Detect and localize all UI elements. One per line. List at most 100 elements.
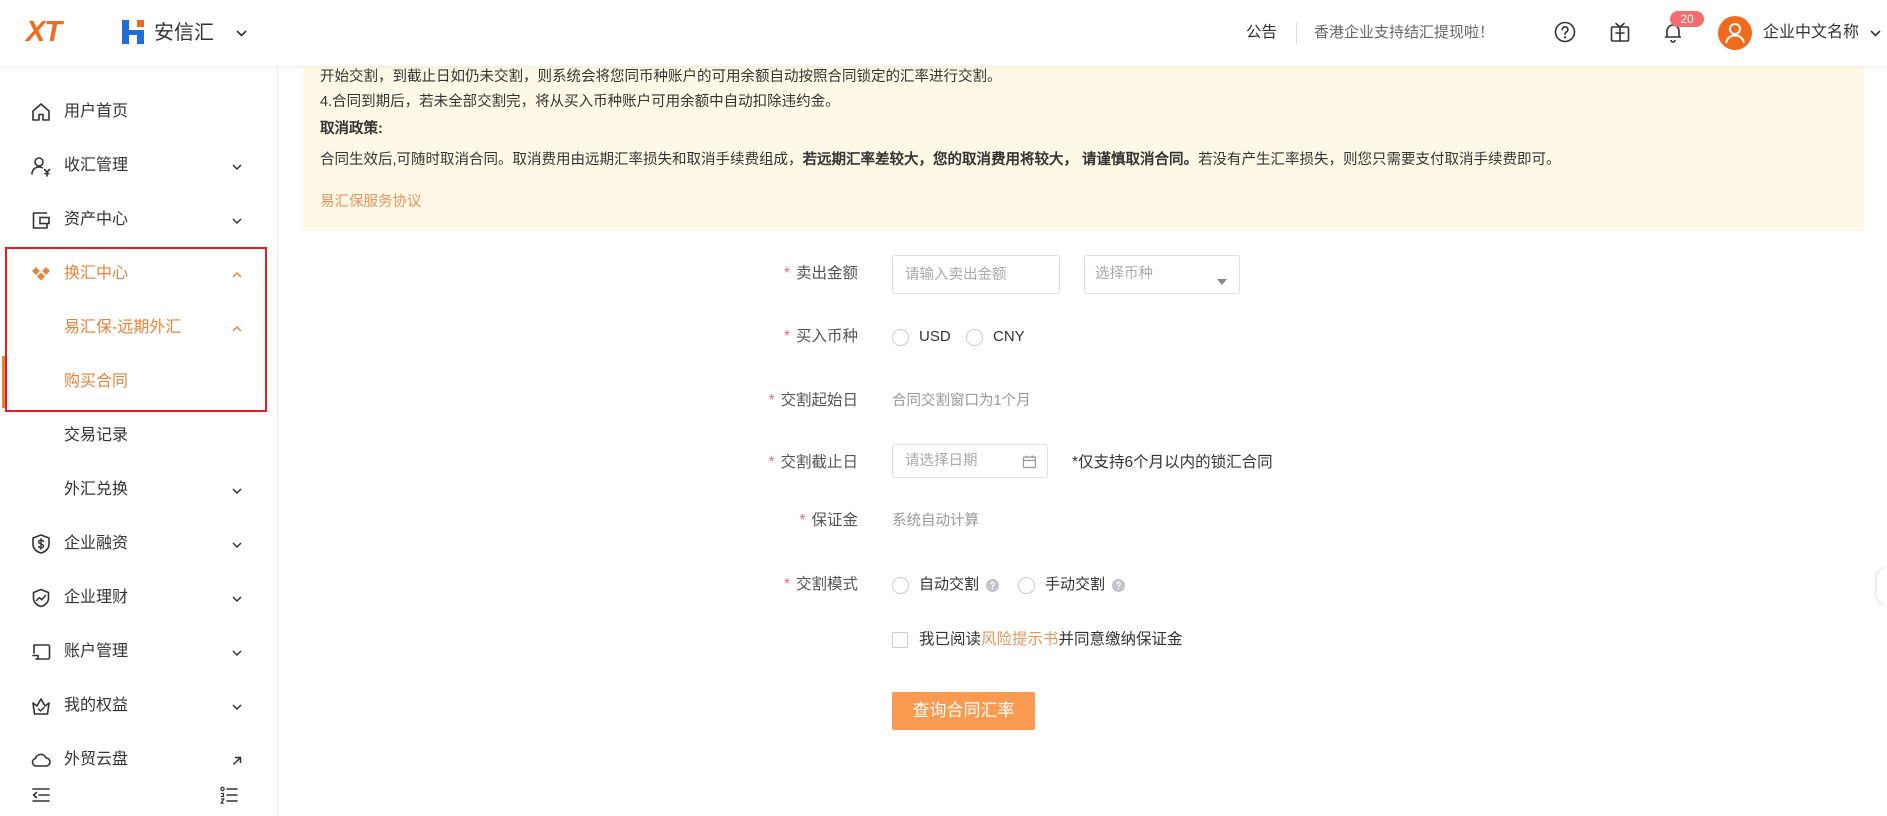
radio-usd-label[interactable]: USD (919, 325, 951, 349)
end-date-picker[interactable] (892, 444, 1048, 478)
notice-line: 4.合同到期后，若未全部交割完，将从买入币种账户可用余额中自动扣除违约金。 (320, 94, 840, 110)
avatar (1718, 16, 1752, 50)
sidebar-item-transactions[interactable]: 交易记录 (0, 409, 277, 463)
app-root: XT 安信汇 公告 香港企业支持结汇提现啦！ 20 企业中文名称 用户首页 收汇… (0, 0, 1887, 816)
radio-cny-label[interactable]: CNY (993, 325, 1025, 349)
sell-amount-input[interactable] (892, 255, 1060, 294)
agreement-prefix: 我已阅读 (919, 631, 982, 648)
sidebar-item-benefits[interactable]: 我的权益 (0, 679, 277, 733)
risk-notice-link[interactable]: 风险提示书 (981, 631, 1059, 648)
company-name: 企业中文名称 (1763, 24, 1860, 41)
sidebar-item-label: 资产中心 (64, 211, 129, 228)
radio-manual-settle-label[interactable]: 手动交割 (1045, 573, 1105, 597)
label-text: 交割起始日 (780, 392, 858, 409)
chevron-down-icon (231, 592, 243, 604)
sidebar-item-account[interactable]: 账户管理 (0, 625, 277, 679)
cloud-icon (30, 749, 52, 771)
deposit-label: * 保证金 (600, 509, 858, 533)
currency-select-placeholder: 选择币种 (1095, 266, 1153, 282)
label-text: 卖出金额 (795, 265, 858, 282)
crown-check-icon (30, 695, 52, 717)
floating-side-button[interactable] (1877, 568, 1887, 604)
label-text: 买入币种 (795, 328, 858, 345)
sidebar-item-buy-contract[interactable]: 购买合同 (0, 355, 277, 409)
active-indicator (2, 356, 5, 408)
chevron-up-icon (231, 322, 243, 334)
policy-warning: 若远期汇率差较大，您的取消费用将较大， 请谨慎取消合同。 (802, 152, 1199, 168)
announcement-ticker[interactable]: 香港企业支持结汇提现啦！ (1314, 21, 1494, 45)
chevron-down-icon (231, 538, 243, 550)
sidebar-item-assets[interactable]: 资产中心 (0, 193, 277, 247)
buy-currency-label: * 买入币种 (600, 325, 858, 349)
notice-panel: 开始交割，到截止日如仍未交割，则系统会将您同币种账户的可用余额自动按照合同锁定的… (303, 66, 1864, 231)
query-rate-button[interactable]: 查询合同汇率 (892, 692, 1035, 730)
chevron-down-icon (231, 700, 243, 712)
agreement-checkbox[interactable] (892, 632, 908, 648)
sidebar-item-financing[interactable]: 企业融资 (0, 517, 277, 571)
sidebar-item-collection[interactable]: 收汇管理 (0, 139, 277, 193)
top-header: XT 安信汇 公告 香港企业支持结汇提现啦！ 20 企业中文名称 (0, 0, 1887, 66)
brand-name: 安信汇 (154, 22, 214, 44)
gift-icon[interactable] (1608, 20, 1632, 44)
label-text: 交割截止日 (780, 454, 858, 471)
radio-auto-settle[interactable] (892, 577, 909, 594)
user-menu[interactable]: 企业中文名称 (1716, 14, 1886, 52)
radio-cny[interactable] (966, 329, 983, 346)
sidebar-item-label: 用户首页 (64, 103, 129, 120)
sidebar-item-label: 企业理财 (64, 589, 129, 606)
help-icon[interactable] (1553, 20, 1577, 44)
help-circle-icon[interactable] (1112, 579, 1125, 592)
sidebar-item-label: 换汇中心 (64, 265, 129, 282)
external-arrow-icon (231, 754, 243, 766)
sidebar-item-wealth[interactable]: 企业理财 (0, 571, 277, 625)
brand-switcher[interactable]: 安信汇 (116, 14, 256, 52)
sidebar-item-fx-exchange[interactable]: 外汇兑换 (0, 463, 277, 517)
list-view-icon[interactable] (218, 784, 240, 806)
chevron-up-icon (231, 268, 243, 280)
end-date-note: *仅支持6个月以内的锁汇合同 (1072, 454, 1273, 471)
required-mark: * (768, 392, 775, 409)
chevron-down-icon (231, 160, 243, 172)
required-mark: * (799, 512, 806, 529)
cancel-policy-text: 合同生效后,可随时取消合同。取消费用由远期汇率损失和取消手续费组成，若远期汇率差… (320, 149, 1561, 171)
account-card-icon (30, 641, 52, 663)
chevron-down-icon (235, 27, 248, 40)
sidebar-item-home[interactable]: 用户首页 (0, 85, 277, 139)
notice-line: 开始交割，到截止日如仍未交割，则系统会将您同币种账户的可用余额自动按照合同锁定的… (320, 69, 1002, 85)
deposit-value: 系统自动计算 (892, 513, 979, 529)
service-agreement-link[interactable]: 易汇保服务协议 (320, 191, 422, 213)
sidebar-footer (0, 770, 277, 816)
sidebar-item-label: 购买合同 (64, 373, 129, 390)
announcement-link[interactable]: 公告 (1246, 21, 1277, 45)
sidebar-item-exchange[interactable]: 换汇中心 (0, 247, 277, 301)
start-date-value: 合同交割窗口为1个月 (892, 393, 1031, 409)
notification-badge: 20 (1670, 11, 1704, 27)
collapse-menu-icon[interactable] (30, 784, 52, 806)
sidebar-item-label: 外汇兑换 (64, 481, 129, 498)
policy-text: 合同生效后,可随时取消合同。取消费用由远期汇率损失和取消手续费组成， (320, 152, 803, 168)
currency-select[interactable]: 选择币种 (1084, 255, 1240, 294)
sidebar-item-forward-fx[interactable]: 易汇保-远期外汇 (0, 301, 277, 355)
xt-logo[interactable]: XT (26, 15, 62, 49)
sell-amount-label: * 卖出金额 (600, 262, 858, 286)
shield-dollar-icon (30, 533, 52, 555)
radio-usd[interactable] (892, 329, 909, 346)
settlement-mode-label: * 交割模式 (600, 573, 858, 597)
sidebar-nav: 用户首页 收汇管理 资产中心 换汇中心 易汇保-远期外汇 购买合同 交易记录 外… (0, 66, 278, 816)
required-mark: * (783, 576, 790, 593)
policy-text: 若没有产生汇率损失，则您只需要支付取消手续费即可。 (1198, 152, 1561, 168)
help-circle-icon[interactable] (986, 579, 999, 592)
agreement-suffix: 并同意缴纳保证金 (1058, 631, 1183, 648)
caret-down-icon (1217, 272, 1227, 285)
sidebar-item-label: 交易记录 (64, 427, 129, 444)
start-date-label: * 交割起始日 (600, 389, 858, 413)
wallet-icon (30, 209, 52, 231)
calendar-icon (1022, 454, 1037, 469)
chevron-down-icon (1869, 27, 1882, 40)
radio-auto-settle-label[interactable]: 自动交割 (919, 573, 979, 597)
exchange-icon (30, 263, 52, 285)
required-mark: * (768, 454, 775, 471)
radio-manual-settle[interactable] (1018, 577, 1035, 594)
chevron-down-icon (231, 214, 243, 226)
header-divider (1296, 22, 1297, 44)
